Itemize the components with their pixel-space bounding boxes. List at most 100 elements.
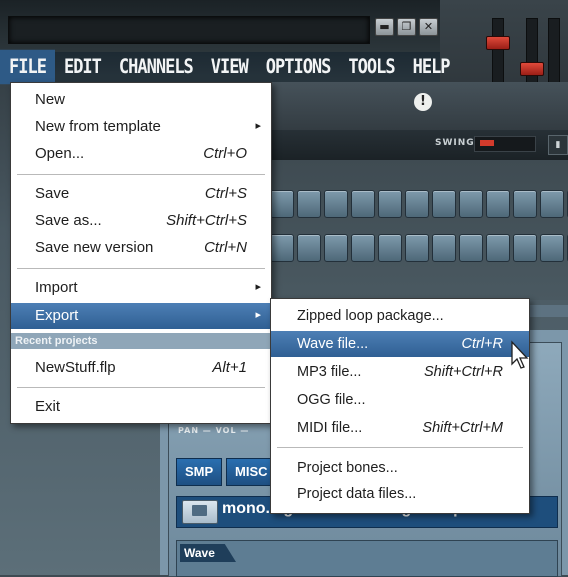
step-button[interactable] bbox=[378, 190, 402, 218]
step-button[interactable] bbox=[324, 234, 348, 262]
swing-slider-handle[interactable] bbox=[480, 140, 494, 146]
menu-separator bbox=[17, 268, 265, 269]
menu-item-label: MIDI file... bbox=[297, 420, 363, 436]
step-button[interactable] bbox=[270, 190, 294, 218]
menu-item-ogg-file[interactable]: OGG file... bbox=[271, 387, 529, 413]
menu-item-export[interactable]: Export ▸ bbox=[11, 303, 271, 329]
menu-bar: FILE EDIT CHANNELS VIEW OPTIONS TOOLS HE… bbox=[0, 49, 451, 85]
step-button[interactable] bbox=[513, 190, 537, 218]
step-button[interactable] bbox=[405, 234, 429, 262]
submenu-arrow-icon: ▸ bbox=[255, 281, 261, 293]
menu-separator bbox=[277, 447, 523, 448]
step-button[interactable] bbox=[486, 190, 510, 218]
submenu-arrow-icon: ▸ bbox=[255, 120, 261, 132]
menu-item-new-from-template[interactable]: New from template ▸ bbox=[11, 114, 271, 140]
step-button[interactable] bbox=[432, 234, 456, 262]
menu-item-shortcut: Ctrl+O bbox=[203, 145, 247, 162]
menu-item-shortcut: Shift+Ctrl+M bbox=[422, 420, 503, 436]
submenu-arrow-icon: ▸ bbox=[255, 309, 261, 321]
window-controls: ▬ ❐ ✕ bbox=[375, 18, 438, 36]
folder-icon bbox=[192, 505, 207, 516]
menu-item-save-as[interactable]: Save as... Shift+Ctrl+S bbox=[11, 208, 271, 234]
step-button[interactable] bbox=[486, 234, 510, 262]
menu-item-import[interactable]: Import ▸ bbox=[11, 275, 271, 301]
step-button[interactable] bbox=[324, 190, 348, 218]
menu-item-label: Zipped loop package... bbox=[297, 308, 444, 324]
menu-item-label: Exit bbox=[35, 398, 61, 415]
menu-item-zipped-loop-package[interactable]: Zipped loop package... bbox=[271, 303, 529, 329]
menu-item-midi-file[interactable]: MIDI file... Shift+Ctrl+M bbox=[271, 415, 529, 441]
menu-channels[interactable]: CHANNELS bbox=[110, 50, 202, 85]
menu-separator bbox=[17, 174, 265, 175]
menu-item-project-data-files[interactable]: Project data files... bbox=[271, 481, 529, 507]
step-button[interactable] bbox=[378, 234, 402, 262]
menu-item-label: New bbox=[35, 91, 66, 108]
menu-item-label: Project bones... bbox=[297, 460, 398, 476]
step-button[interactable] bbox=[351, 190, 375, 218]
step-button[interactable] bbox=[405, 190, 429, 218]
step-button[interactable] bbox=[459, 190, 483, 218]
menu-options[interactable]: OPTIONS bbox=[257, 50, 340, 85]
menu-item-save-new-version[interactable]: Save new version Ctrl+N bbox=[11, 235, 271, 261]
menu-item-label: Save new version bbox=[35, 239, 154, 256]
menu-item-save[interactable]: Save Ctrl+S bbox=[11, 181, 271, 207]
pitch-fader-handle[interactable] bbox=[520, 62, 544, 76]
menu-item-shortcut: Ctrl+N bbox=[204, 239, 247, 256]
step-button[interactable] bbox=[540, 190, 564, 218]
menu-item-recent-file[interactable]: NewStuff.flp Alt+1 bbox=[11, 355, 271, 381]
menu-item-project-bones[interactable]: Project bones... bbox=[271, 455, 529, 481]
menu-item-label: Open... bbox=[35, 145, 85, 162]
menu-file[interactable]: FILE bbox=[0, 49, 55, 85]
menu-item-shortcut: Ctrl+S bbox=[204, 185, 247, 202]
pan-vol-label: PAN — VOL — bbox=[178, 426, 250, 435]
step-button[interactable] bbox=[351, 234, 375, 262]
tab-smp[interactable]: SMP bbox=[176, 458, 223, 486]
recent-projects-header: Recent projects bbox=[11, 333, 275, 349]
menu-item-new[interactable]: New bbox=[11, 87, 271, 113]
step-button[interactable] bbox=[540, 234, 564, 262]
export-submenu: Zipped loop package... Wave file... Ctrl… bbox=[270, 298, 530, 514]
volume-fader-handle[interactable] bbox=[486, 36, 510, 50]
warning-icon[interactable]: ! bbox=[414, 93, 432, 111]
step-row bbox=[270, 190, 568, 218]
menu-separator bbox=[17, 387, 265, 388]
menu-item-label: Project data files... bbox=[297, 486, 417, 502]
menu-item-label: New from template bbox=[35, 118, 161, 135]
menu-help[interactable]: HELP bbox=[404, 50, 459, 85]
step-button[interactable] bbox=[513, 234, 537, 262]
mouse-pointer-icon bbox=[511, 340, 529, 369]
menu-item-label: Save as... bbox=[35, 212, 102, 229]
menu-item-shortcut: Ctrl+R bbox=[461, 336, 504, 352]
step-button[interactable] bbox=[459, 234, 483, 262]
menu-item-shortcut: Shift+Ctrl+S bbox=[166, 212, 247, 229]
menu-item-label: NewStuff.flp bbox=[35, 359, 116, 376]
step-button[interactable] bbox=[432, 190, 456, 218]
menu-item-wave-file[interactable]: Wave file... Ctrl+R bbox=[271, 331, 529, 357]
swing-label: SWING bbox=[435, 138, 475, 148]
step-row bbox=[270, 234, 568, 262]
menu-tools[interactable]: TOOLS bbox=[339, 50, 403, 85]
step-button[interactable] bbox=[297, 234, 321, 262]
menu-item-label: MP3 file... bbox=[297, 364, 362, 380]
menu-edit[interactable]: EDIT bbox=[55, 50, 110, 85]
menu-item-label: Save bbox=[35, 185, 70, 202]
menu-item-shortcut: Shift+Ctrl+R bbox=[424, 364, 503, 380]
menu-item-exit[interactable]: Exit bbox=[11, 394, 271, 420]
hint-display bbox=[8, 16, 370, 44]
menu-item-label: Wave file... bbox=[297, 336, 369, 352]
file-menu: New New from template ▸ Open... Ctrl+O S… bbox=[10, 82, 275, 424]
minimize-button[interactable]: ▬ bbox=[375, 18, 394, 36]
tab-misc[interactable]: MISC bbox=[226, 458, 277, 486]
step-button[interactable] bbox=[297, 190, 321, 218]
step-sequencer bbox=[270, 160, 568, 300]
menu-item-open[interactable]: Open... Ctrl+O bbox=[11, 141, 271, 167]
menu-item-label: Import bbox=[35, 279, 78, 296]
step-button[interactable] bbox=[270, 234, 294, 262]
close-button[interactable]: ✕ bbox=[419, 18, 438, 36]
menu-item-shortcut: Alt+1 bbox=[212, 359, 247, 376]
graph-icon[interactable]: ▮ bbox=[548, 135, 568, 155]
menu-item-label: OGG file... bbox=[297, 392, 366, 408]
menu-view[interactable]: VIEW bbox=[202, 50, 257, 85]
menu-item-mp3-file[interactable]: MP3 file... Shift+Ctrl+R bbox=[271, 359, 529, 385]
maximize-button[interactable]: ❐ bbox=[397, 18, 416, 36]
